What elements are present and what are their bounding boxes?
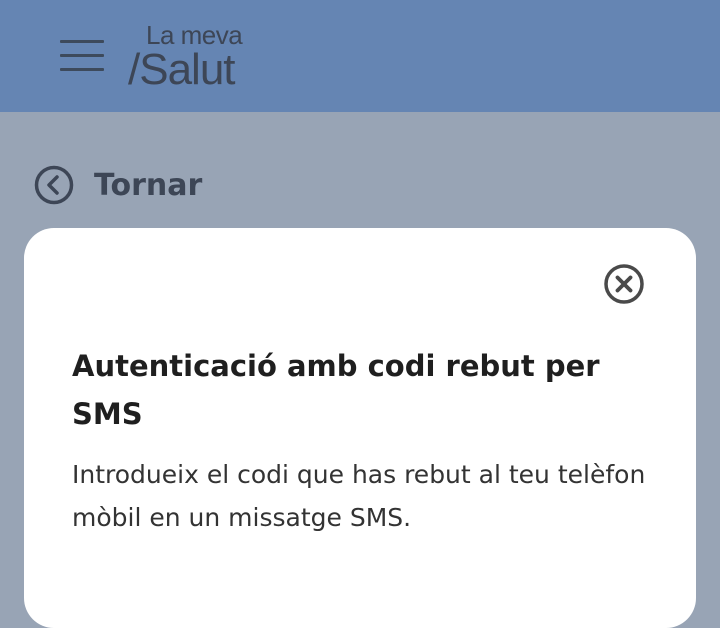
back-link[interactable]: Tornar	[34, 164, 202, 206]
logo-line-2: /Salut	[128, 45, 236, 94]
dialog-description: Introdueix el codi que has rebut al teu …	[72, 460, 646, 532]
close-circle-icon	[604, 264, 644, 304]
sms-auth-dialog: Autenticació amb codi rebut per SMS Intr…	[24, 228, 696, 628]
app-header: La meva /Salut	[0, 0, 720, 112]
dialog-title: Autenticació amb codi rebut per SMS	[72, 349, 600, 431]
back-link-label: Tornar	[94, 167, 203, 203]
close-button[interactable]	[603, 263, 645, 305]
la-meva-salut-logo[interactable]: La meva /Salut	[128, 18, 268, 98]
hamburger-menu-icon[interactable]	[60, 40, 104, 72]
chevron-left-circle-icon	[34, 165, 74, 205]
